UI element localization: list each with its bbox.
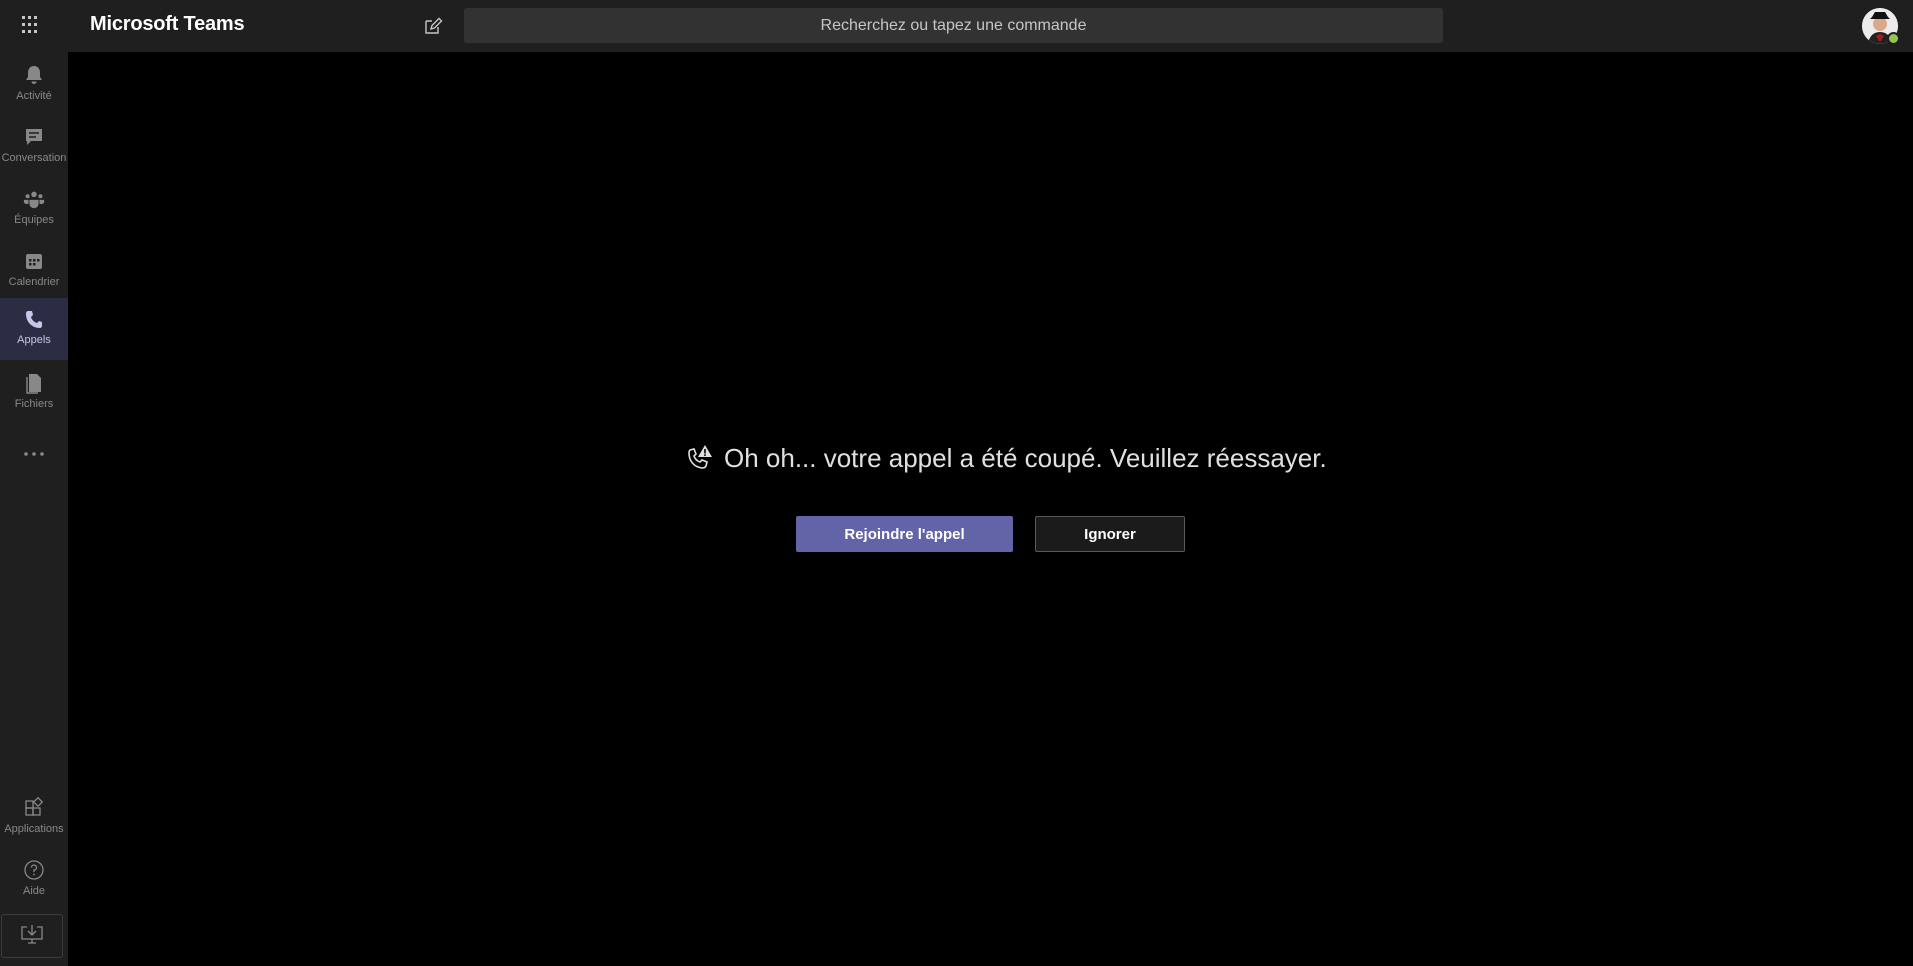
download-icon — [19, 923, 45, 950]
call-dropped-message: Oh oh... votre appel a été coupé. Veuill… — [684, 438, 1327, 478]
phone-icon — [23, 308, 45, 330]
rail-item-calls[interactable]: Appels — [0, 298, 68, 360]
rail-item-teams[interactable]: Équipes — [0, 178, 68, 240]
rail-label: Fichiers — [14, 398, 54, 410]
rail-label: Applications — [4, 823, 64, 835]
rail-item-help[interactable]: Aide — [0, 849, 68, 911]
file-icon — [23, 372, 45, 394]
rail-item-applications[interactable]: Applications — [0, 787, 68, 849]
search-placeholder: Recherchez ou tapez une commande — [820, 16, 1087, 34]
avatar[interactable] — [1862, 8, 1900, 45]
download-app-button[interactable] — [1, 914, 63, 958]
calendar-icon — [23, 250, 45, 272]
compose-icon[interactable] — [418, 13, 448, 39]
apps-icon — [23, 797, 45, 819]
bell-icon — [23, 64, 45, 86]
help-icon — [23, 859, 45, 881]
rail-label: Aide — [22, 885, 46, 897]
rail-item-conversation[interactable]: Conversation — [0, 116, 68, 178]
rail-item-activity[interactable]: Activité — [0, 54, 68, 116]
call-warning-icon — [684, 443, 714, 473]
teams-icon — [23, 188, 45, 210]
chat-icon — [23, 126, 45, 148]
call-dropped-text: Oh oh... votre appel a été coupé. Veuill… — [724, 442, 1327, 473]
rail-item-calendar[interactable]: Calendrier — [0, 240, 68, 302]
rail-label: Calendrier — [8, 276, 60, 288]
search-input[interactable]: Recherchez ou tapez une commande — [464, 8, 1443, 43]
rail-label: Équipes — [14, 214, 54, 226]
top-bar: Microsoft Teams Recherchez ou tapez une … — [0, 0, 1913, 52]
rail-item-files[interactable]: Fichiers — [0, 362, 68, 424]
more-dots-icon[interactable] — [0, 434, 68, 474]
presence-available-icon — [1887, 32, 1900, 45]
rail-label: Activité — [16, 90, 52, 102]
dismiss-button[interactable]: Ignorer — [1035, 516, 1185, 552]
rejoin-call-button[interactable]: Rejoindre l'appel — [796, 516, 1013, 552]
waffle-grid-icon[interactable] — [15, 11, 47, 39]
app-rail: Activité Conversation Équipes Calendrier… — [0, 52, 68, 966]
rail-label: Appels — [17, 334, 51, 346]
app-title: Microsoft Teams — [90, 13, 245, 35]
main-content: Oh oh... votre appel a été coupé. Veuill… — [68, 52, 1913, 966]
rail-label: Conversation — [1, 152, 67, 164]
